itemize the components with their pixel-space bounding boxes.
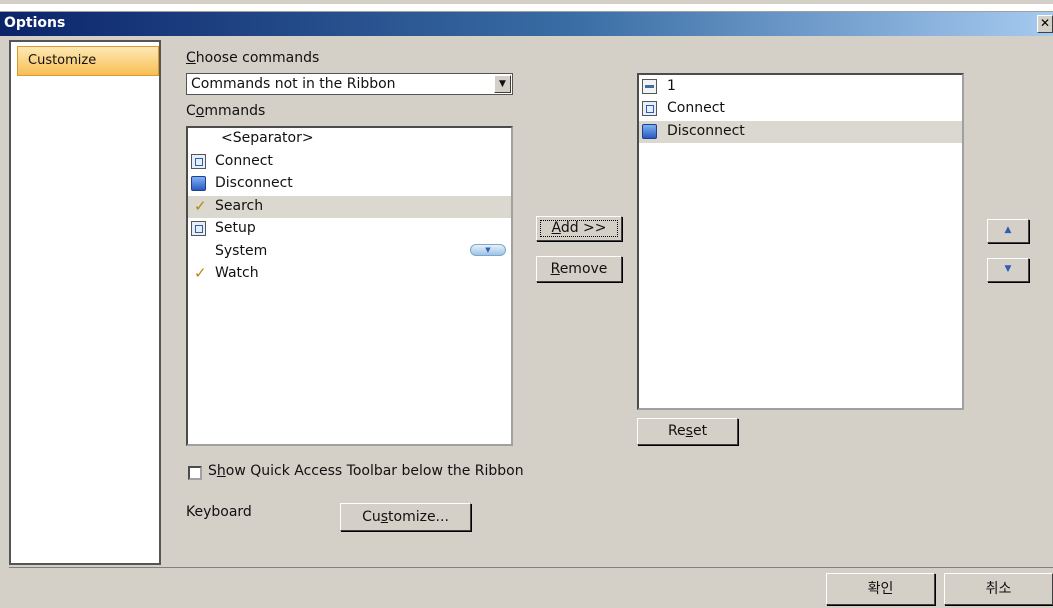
disconnect-icon	[642, 124, 657, 139]
command-label: Setup	[215, 220, 256, 236]
nav-item-customize[interactable]: Customize	[17, 46, 159, 76]
setup-icon	[191, 221, 206, 236]
chevron-down-icon[interactable]: ▼	[494, 75, 511, 93]
keyboard-label: Keyboard	[186, 504, 252, 520]
connect-icon	[191, 154, 206, 169]
ok-button[interactable]: 확인	[826, 573, 935, 605]
toolbar-item-1[interactable]: 1	[639, 76, 962, 98]
command-item-search[interactable]: ✓ Search	[188, 196, 511, 218]
toolbar-item-disconnect[interactable]: Disconnect	[639, 121, 962, 143]
show-qat-below-ribbon-label[interactable]: Show Quick Access Toolbar below the Ribb…	[208, 463, 524, 479]
top-border	[0, 4, 1053, 12]
nav-panel: Customize	[9, 40, 161, 565]
command-label: <Separator>	[221, 130, 314, 146]
move-up-button[interactable]: ▲	[987, 219, 1029, 243]
arrow-up-icon: ▲	[1004, 225, 1012, 235]
commands-list[interactable]: <Separator> Connect Disconnect ✓ Search …	[186, 126, 513, 446]
chevron-down-icon[interactable]: ▼	[470, 244, 506, 256]
command-label: Connect	[215, 153, 273, 169]
choose-commands-dropdown[interactable]: Commands not in the Ribbon ▼	[186, 73, 513, 95]
title-bar: Options	[0, 12, 1053, 36]
command-item-watch[interactable]: ✓ Watch	[188, 263, 511, 285]
dialog-title: Options	[4, 15, 66, 31]
command-label: Disconnect	[215, 175, 293, 191]
show-qat-below-ribbon-checkbox[interactable]	[188, 466, 202, 480]
reset-button[interactable]: Reset	[637, 418, 738, 445]
choose-commands-value: Commands not in the Ribbon	[191, 76, 396, 92]
disconnect-icon	[191, 176, 206, 191]
add-button[interactable]: Add >>	[536, 216, 622, 241]
toolbar-item-connect[interactable]: Connect	[639, 98, 962, 120]
remove-button[interactable]: Remove	[536, 256, 622, 282]
command-item-system[interactable]: System ▼	[188, 241, 511, 263]
options-dialog: Options ✕ Customize Choose commands Comm…	[0, 0, 1053, 608]
quick-access-toolbar-list[interactable]: 1 Connect Disconnect	[637, 73, 964, 410]
customize-keyboard-button[interactable]: Customize...	[340, 503, 471, 531]
connect-icon	[642, 101, 657, 116]
toolbar-item-label: 1	[667, 78, 676, 94]
command-item-connect[interactable]: Connect	[188, 151, 511, 173]
checkmark-icon: ✓	[194, 197, 207, 215]
command-item-disconnect[interactable]: Disconnect	[188, 173, 511, 195]
command-item-setup[interactable]: Setup	[188, 218, 511, 240]
command-label: Watch	[215, 265, 259, 281]
checkmark-icon: ✓	[194, 264, 207, 282]
command-label: Search	[215, 198, 264, 214]
commands-label: Commands	[186, 103, 266, 119]
command-label: System	[215, 243, 268, 259]
command-item-separator[interactable]: <Separator>	[188, 128, 511, 150]
choose-commands-label: Choose commands	[186, 50, 320, 66]
close-icon: ✕	[1039, 16, 1051, 30]
footer-divider	[9, 567, 1053, 568]
toolbar-item-label: Disconnect	[667, 123, 745, 139]
pin-icon	[642, 79, 657, 94]
close-button[interactable]: ✕	[1037, 15, 1053, 33]
toolbar-item-label: Connect	[667, 100, 725, 116]
arrow-down-icon: ▼	[1004, 264, 1012, 274]
move-down-button[interactable]: ▼	[987, 258, 1029, 282]
cancel-button[interactable]: 취소	[944, 573, 1053, 605]
